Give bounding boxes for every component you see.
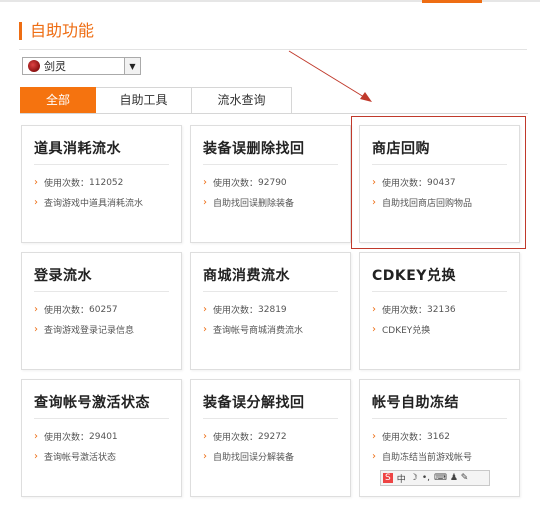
ime-moon-icon[interactable]: ☽ — [410, 473, 418, 483]
ime-punctuation-toggle[interactable]: •, — [422, 473, 430, 483]
ime-toolbar[interactable]: S 中 ☽ •, ⌨ ♟ ✎ — [380, 470, 490, 486]
ime-logo-icon: S — [383, 473, 393, 483]
ime-tools-icons[interactable]: ⌨ ♟ ✎ — [434, 473, 468, 483]
ime-mode-toggle[interactable]: 中 — [397, 472, 406, 485]
annotation-arrow — [288, 50, 372, 102]
